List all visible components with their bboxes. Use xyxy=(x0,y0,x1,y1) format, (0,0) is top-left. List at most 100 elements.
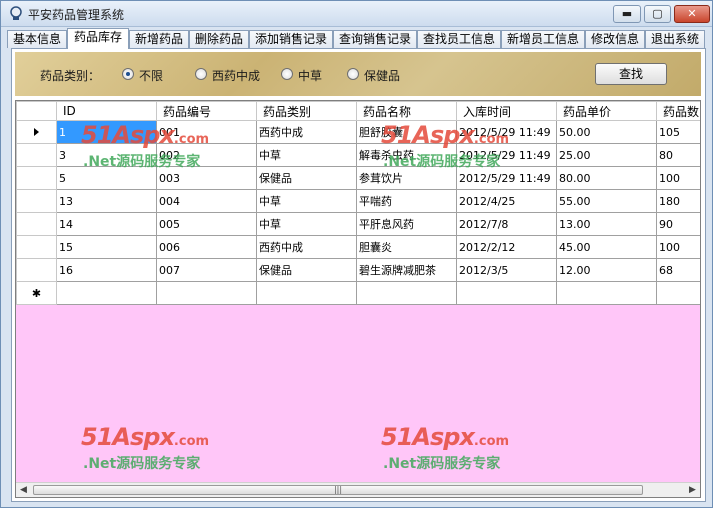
cell-drug-name[interactable]: 参茸饮片 xyxy=(356,166,457,190)
cell-unit-price[interactable]: 80.00 xyxy=(556,166,657,190)
cell-id[interactable]: 13 xyxy=(56,189,157,213)
table-row[interactable]: 1 001 西药中成 胆舒胶囊 2012/5/29 11:49 50.00 10… xyxy=(16,120,700,144)
cell-drug-code[interactable]: 005 xyxy=(156,212,257,236)
cell-category[interactable]: 保健品 xyxy=(256,166,357,190)
cell-drug-name[interactable]: 平喘药 xyxy=(356,189,457,213)
cell-unit-price[interactable]: 25.00 xyxy=(556,143,657,167)
cell-unit-price[interactable]: 13.00 xyxy=(556,212,657,236)
row-header-current[interactable] xyxy=(16,120,57,144)
tab-modify-info[interactable]: 修改信息 xyxy=(585,30,645,48)
cell-drug-code[interactable]: 006 xyxy=(156,235,257,259)
drug-grid[interactable]: ID 药品编号 药品类别 药品名称 入库时间 药品单价 药品数 1 001 西药… xyxy=(15,100,701,498)
new-row[interactable]: ✱ xyxy=(16,281,700,305)
scroll-left-icon[interactable]: ◀ xyxy=(16,483,31,497)
cell-category[interactable]: 西药中成 xyxy=(256,235,357,259)
cell-empty[interactable] xyxy=(356,281,457,305)
radio-dot[interactable] xyxy=(281,68,293,80)
cell-stock-in-time[interactable]: 2012/4/25 xyxy=(456,189,557,213)
cell-stock-in-time[interactable]: 2012/5/29 11:49 xyxy=(456,143,557,167)
cell-drug-code[interactable]: 007 xyxy=(156,258,257,282)
cell-unit-price[interactable]: 55.00 xyxy=(556,189,657,213)
row-header[interactable] xyxy=(16,143,57,167)
cell-category[interactable]: 中草 xyxy=(256,143,357,167)
tab-add-sales-record[interactable]: 添加销售记录 xyxy=(249,30,333,48)
tab-add-drug[interactable]: 新增药品 xyxy=(129,30,189,48)
cell-quantity[interactable]: 90 xyxy=(656,212,700,236)
cell-stock-in-time[interactable]: 2012/2/12 xyxy=(456,235,557,259)
table-row[interactable]: 15 006 西药中成 胆囊炎 2012/2/12 45.00 100 xyxy=(16,235,700,259)
row-header[interactable] xyxy=(16,189,57,213)
column-header-quantity[interactable]: 药品数 xyxy=(656,101,700,121)
cell-drug-code[interactable]: 004 xyxy=(156,189,257,213)
cell-empty[interactable] xyxy=(656,281,700,305)
cell-drug-name[interactable]: 胆囊炎 xyxy=(356,235,457,259)
column-header-drug-name[interactable]: 药品名称 xyxy=(356,101,457,121)
tab-delete-drug[interactable]: 删除药品 xyxy=(189,30,249,48)
row-header[interactable] xyxy=(16,235,57,259)
horizontal-scrollbar[interactable]: ◀ ||| ▶ xyxy=(16,482,700,497)
tab-exit[interactable]: 退出系统 xyxy=(645,30,705,48)
cell-drug-name[interactable]: 胆舒胶囊 xyxy=(356,120,457,144)
cell-empty[interactable] xyxy=(456,281,557,305)
row-header[interactable] xyxy=(16,212,57,236)
cell-quantity[interactable]: 68 xyxy=(656,258,700,282)
cell-quantity[interactable]: 80 xyxy=(656,143,700,167)
cell-category[interactable]: 西药中成 xyxy=(256,120,357,144)
cell-id[interactable]: 3 xyxy=(56,143,157,167)
cell-drug-name[interactable]: 碧生源牌减肥茶 xyxy=(356,258,457,282)
column-header-unit-price[interactable]: 药品单价 xyxy=(556,101,657,121)
cell-category[interactable]: 保健品 xyxy=(256,258,357,282)
cell-empty[interactable] xyxy=(256,281,357,305)
column-header-id[interactable]: ID xyxy=(56,101,157,121)
cell-drug-code[interactable]: 002 xyxy=(156,143,257,167)
cell-drug-name[interactable]: 平肝息风药 xyxy=(356,212,457,236)
cell-drug-code[interactable]: 003 xyxy=(156,166,257,190)
table-row[interactable]: 14 005 中草 平肝息风药 2012/7/8 13.00 90 xyxy=(16,212,700,236)
cell-category[interactable]: 中草 xyxy=(256,212,357,236)
tab-find-employee[interactable]: 查找员工信息 xyxy=(417,30,501,48)
cell-id[interactable]: 1 xyxy=(56,120,157,144)
scroll-thumb[interactable]: ||| xyxy=(33,485,643,495)
tab-query-sales-record[interactable]: 查询销售记录 xyxy=(333,30,417,48)
radio-dot[interactable] xyxy=(195,68,207,80)
table-row[interactable]: 5 003 保健品 参茸饮片 2012/5/29 11:49 80.00 100 xyxy=(16,166,700,190)
cell-id[interactable]: 16 xyxy=(56,258,157,282)
cell-unit-price[interactable]: 50.00 xyxy=(556,120,657,144)
cell-empty[interactable] xyxy=(556,281,657,305)
cell-stock-in-time[interactable]: 2012/5/29 11:49 xyxy=(456,120,557,144)
cell-category[interactable]: 中草 xyxy=(256,189,357,213)
tab-add-employee[interactable]: 新增员工信息 xyxy=(501,30,585,48)
cell-empty[interactable] xyxy=(156,281,257,305)
radio-dot[interactable] xyxy=(122,68,134,80)
scroll-right-icon[interactable]: ▶ xyxy=(685,483,700,497)
cell-unit-price[interactable]: 12.00 xyxy=(556,258,657,282)
radio-dot[interactable] xyxy=(347,68,359,80)
table-row[interactable]: 16 007 保健品 碧生源牌减肥茶 2012/3/5 12.00 68 xyxy=(16,258,700,282)
cell-id[interactable]: 15 xyxy=(56,235,157,259)
search-button[interactable]: 查找 xyxy=(595,63,667,85)
cell-drug-code[interactable]: 001 xyxy=(156,120,257,144)
table-row[interactable]: 3 002 中草 解毒杀虫药 2012/5/29 11:49 25.00 80 xyxy=(16,143,700,167)
cell-stock-in-time[interactable]: 2012/7/8 xyxy=(456,212,557,236)
cell-quantity[interactable]: 180 xyxy=(656,189,700,213)
cell-drug-name[interactable]: 解毒杀虫药 xyxy=(356,143,457,167)
tab-basic-info[interactable]: 基本信息 xyxy=(7,30,67,48)
cell-stock-in-time[interactable]: 2012/3/5 xyxy=(456,258,557,282)
tab-inventory[interactable]: 药品库存 xyxy=(67,28,129,49)
row-header[interactable] xyxy=(16,166,57,190)
column-header-category[interactable]: 药品类别 xyxy=(256,101,357,121)
cell-empty[interactable] xyxy=(56,281,157,305)
cell-quantity[interactable]: 100 xyxy=(656,235,700,259)
column-header-stock-in-time[interactable]: 入库时间 xyxy=(456,101,557,121)
column-header-drug-code[interactable]: 药品编号 xyxy=(156,101,257,121)
close-button[interactable]: ✕ xyxy=(674,5,710,23)
row-header[interactable] xyxy=(16,258,57,282)
cell-id[interactable]: 5 xyxy=(56,166,157,190)
cell-stock-in-time[interactable]: 2012/5/29 11:49 xyxy=(456,166,557,190)
minimize-button[interactable]: ▬ xyxy=(613,5,641,23)
cell-id[interactable]: 14 xyxy=(56,212,157,236)
table-row[interactable]: 13 004 中草 平喘药 2012/4/25 55.00 180 xyxy=(16,189,700,213)
cell-quantity[interactable]: 100 xyxy=(656,166,700,190)
cell-unit-price[interactable]: 45.00 xyxy=(556,235,657,259)
maximize-button[interactable]: ▢ xyxy=(644,5,671,23)
